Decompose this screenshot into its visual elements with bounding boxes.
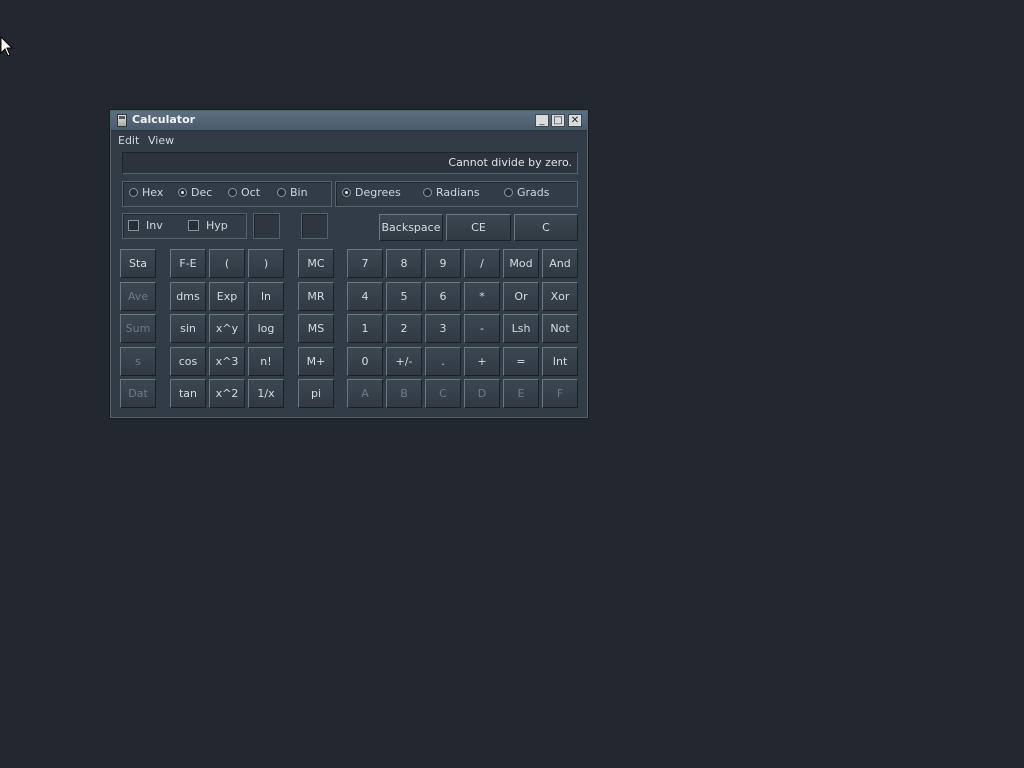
ce-button[interactable]: CE	[446, 214, 511, 241]
key-d-button[interactable]: D	[464, 379, 500, 408]
parenthesis-indicator	[253, 213, 280, 239]
key-mplus-button[interactable]: M+	[298, 347, 334, 376]
key-open-paren-button[interactable]: (	[209, 249, 245, 278]
key-7-button[interactable]: 7	[347, 249, 383, 278]
memory-indicator	[301, 213, 328, 239]
radio-dec-indicator	[178, 188, 187, 197]
key-sta-button[interactable]: Sta	[120, 249, 156, 278]
key-1slashx-button[interactable]: 1/x	[248, 379, 284, 408]
menu-bar: Edit View	[111, 131, 587, 149]
key-ave-button[interactable]: Ave	[120, 282, 156, 311]
key-s-button[interactable]: s	[120, 347, 156, 376]
key-dms-button[interactable]: dms	[170, 282, 206, 311]
key-star-button[interactable]: *	[464, 282, 500, 311]
key-xor-button[interactable]: Xor	[542, 282, 578, 311]
result-display: Cannot divide by zero.	[122, 152, 578, 174]
minimize-button[interactable]: _	[535, 114, 549, 127]
radio-oct-label: Oct	[241, 186, 261, 199]
number-base-group: Hex Dec Oct Bin	[122, 181, 332, 207]
key-minus-button[interactable]: -	[464, 314, 500, 343]
key-f-e-button[interactable]: F-E	[170, 249, 206, 278]
key-ms-button[interactable]: MS	[298, 314, 334, 343]
key-plus-minus-button[interactable]: +/-	[386, 347, 422, 376]
radio-bin-indicator	[277, 188, 286, 197]
key-int-button[interactable]: Int	[542, 347, 578, 376]
key-6-button[interactable]: 6	[425, 282, 461, 311]
key-5-button[interactable]: 5	[386, 282, 422, 311]
key-2-button[interactable]: 2	[386, 314, 422, 343]
radio-bin-label: Bin	[290, 186, 308, 199]
radio-hex-label: Hex	[142, 186, 164, 199]
key-9-button[interactable]: 9	[425, 249, 461, 278]
key-x-pow-3-button[interactable]: x^3	[209, 347, 245, 376]
key-plus-button[interactable]: +	[464, 347, 500, 376]
window-title: Calculator	[132, 113, 196, 126]
calculator-icon	[117, 114, 127, 127]
key-dat-button[interactable]: Dat	[120, 379, 156, 408]
key-c-button[interactable]: C	[425, 379, 461, 408]
radio-degrees-label: Degrees	[355, 186, 401, 199]
radio-degrees-indicator	[342, 188, 351, 197]
maximize-button[interactable]: □	[551, 114, 565, 127]
key-pi-button[interactable]: pi	[298, 379, 334, 408]
key-3-button[interactable]: 3	[425, 314, 461, 343]
menu-view[interactable]: View	[148, 134, 174, 147]
radio-dec-label: Dec	[191, 186, 213, 199]
key-mod-button[interactable]: Mod	[503, 249, 539, 278]
c-button[interactable]: C	[514, 214, 578, 241]
checkbox-inv-label: Inv	[146, 219, 163, 232]
calculator-window: Calculator _ □ ✕ Edit View Cannot divide…	[110, 110, 588, 418]
menu-edit[interactable]: Edit	[118, 134, 139, 147]
key-tan-button[interactable]: tan	[170, 379, 206, 408]
checkbox-inv-box	[128, 220, 139, 231]
key-e-button[interactable]: E	[503, 379, 539, 408]
radio-oct-indicator	[228, 188, 237, 197]
key-b-button[interactable]: B	[386, 379, 422, 408]
close-button[interactable]: ✕	[568, 114, 582, 127]
key-ln-button[interactable]: ln	[248, 282, 284, 311]
key-sum-button[interactable]: Sum	[120, 314, 156, 343]
checkbox-hyp-box	[188, 220, 199, 231]
key-4-button[interactable]: 4	[347, 282, 383, 311]
radio-grads-label: Grads	[517, 186, 550, 199]
key-close-paren-button[interactable]: )	[248, 249, 284, 278]
key-8-button[interactable]: 8	[386, 249, 422, 278]
key-cos-button[interactable]: cos	[170, 347, 206, 376]
radio-radians-label: Radians	[436, 186, 480, 199]
key-x-pow-y-button[interactable]: x^y	[209, 314, 245, 343]
key-or-button[interactable]: Or	[503, 282, 539, 311]
key-mc-button[interactable]: MC	[298, 249, 334, 278]
key-lsh-button[interactable]: Lsh	[503, 314, 539, 343]
radio-grads-indicator	[504, 188, 513, 197]
angle-unit-group: Degrees Radians Grads	[335, 181, 578, 207]
key-mr-button[interactable]: MR	[298, 282, 334, 311]
key-sin-button[interactable]: sin	[170, 314, 206, 343]
key-a-button[interactable]: A	[347, 379, 383, 408]
title-bar[interactable]: Calculator _ □ ✕	[111, 111, 587, 131]
key-dot-button[interactable]: .	[425, 347, 461, 376]
key-exp-button[interactable]: Exp	[209, 282, 245, 311]
mouse-cursor-icon	[0, 36, 14, 57]
key-n-factorial-button[interactable]: n!	[248, 347, 284, 376]
backspace-button[interactable]: Backspace	[379, 214, 443, 241]
key-0-button[interactable]: 0	[347, 347, 383, 376]
radio-radians-indicator	[423, 188, 432, 197]
key-not-button[interactable]: Not	[542, 314, 578, 343]
key-x-pow-2-button[interactable]: x^2	[209, 379, 245, 408]
key-log-button[interactable]: log	[248, 314, 284, 343]
key-slash-button[interactable]: /	[464, 249, 500, 278]
checkbox-hyp-label: Hyp	[206, 219, 228, 232]
radio-hex-indicator	[129, 188, 138, 197]
key-1-button[interactable]: 1	[347, 314, 383, 343]
key-equals-button[interactable]: =	[503, 347, 539, 376]
key-f-button[interactable]: F	[542, 379, 578, 408]
key-and-button[interactable]: And	[542, 249, 578, 278]
inv-hyp-group: Inv Hyp	[122, 213, 247, 239]
